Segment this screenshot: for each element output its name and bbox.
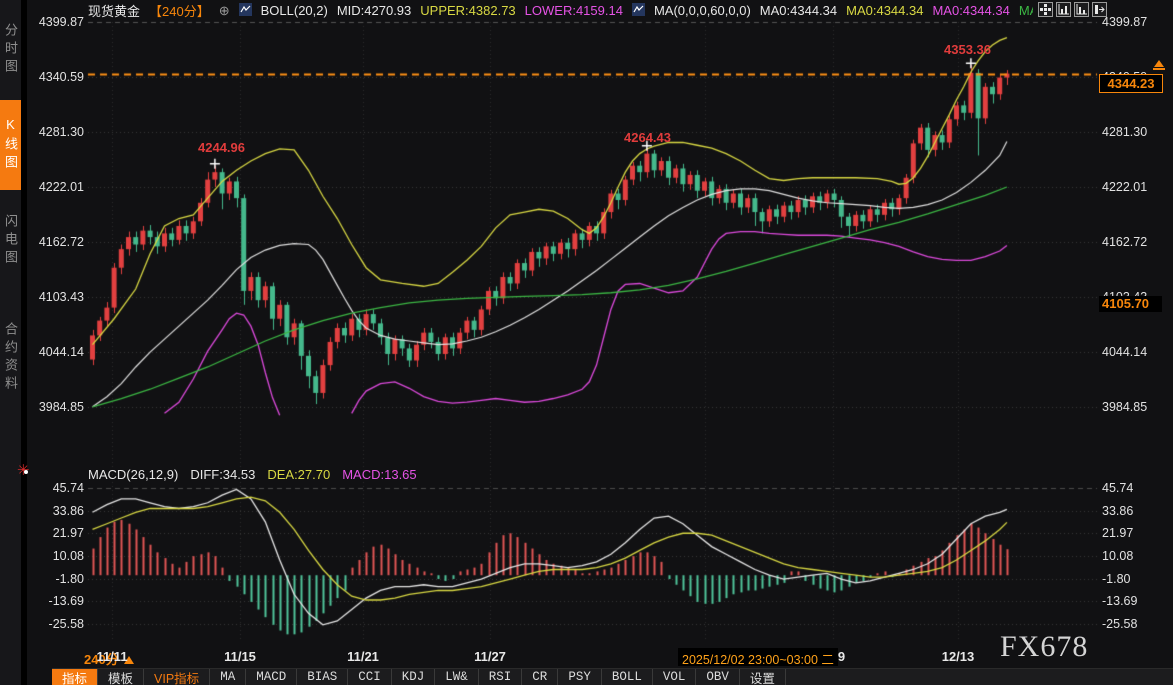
- header-item-7: LOWER:4159.14: [525, 3, 623, 18]
- toolbar-item-15[interactable]: 设置: [740, 669, 786, 685]
- toolbar-item-13[interactable]: VOL: [653, 669, 697, 685]
- axis-tick-label: 4044.14: [1102, 345, 1168, 359]
- axis-tick-label: -13.69: [1102, 594, 1168, 608]
- sidebar-tab-2[interactable]: 闪电图: [0, 194, 21, 288]
- macd-header-item-0: MACD(26,12,9): [88, 467, 178, 482]
- axis-tick-label: 4044.14: [30, 345, 84, 359]
- date-tick-label: 11/15: [224, 649, 256, 664]
- axis-tick-label: 4399.87: [1102, 15, 1168, 29]
- macd-indicator-header: MACD(26,12,9) DIFF:34.53 DEA:27.70 MACD:13.…: [88, 467, 417, 482]
- zoom-vertical-icon[interactable]: [1056, 2, 1071, 17]
- crosshair-date-tooltip: 2025/12/02 23:00~03:00 二: [678, 648, 838, 666]
- extreme-price-annotation: 4353.36: [944, 42, 991, 57]
- header-item-5: MID:4270.93: [337, 3, 411, 18]
- x-axis-row: 240分 11/1111/1511/2111/27/0912/13 2025/1…: [0, 646, 1173, 667]
- macd-header-item-1: DIFF:34.53: [190, 467, 255, 482]
- axis-tick-label: 4340.59: [30, 70, 84, 84]
- axis-tick-label: 4162.72: [30, 235, 84, 249]
- axis-tick-label: -1.80: [1102, 572, 1168, 586]
- axis-tick-label: -25.58: [30, 617, 84, 631]
- axis-tick-label: 4162.72: [1102, 235, 1168, 249]
- header-item-1: 【240分】: [149, 2, 210, 19]
- brand-watermark: FX678: [1000, 630, 1088, 664]
- sidebar-tab-1[interactable]: K线图: [0, 100, 21, 190]
- axis-tick-label: -1.80: [30, 572, 84, 586]
- secondary-price-badge: 4105.70: [1099, 296, 1162, 312]
- axis-tick-label: 4103.43: [30, 290, 84, 304]
- header-item-9: MA(0,0,0,60,0,0): [654, 3, 751, 18]
- current-price-badge: 4344.23: [1099, 74, 1163, 93]
- header-item-13: MA60:4: [1019, 3, 1033, 18]
- toolbar-item-8[interactable]: LW&: [435, 669, 479, 685]
- header-item-6: UPPER:4382.73: [420, 3, 515, 18]
- sidebar-tab-3[interactable]: 合约资料: [0, 292, 21, 424]
- axis-tick-label: 10.08: [1102, 549, 1168, 563]
- axis-tick-label: 4281.30: [30, 125, 84, 139]
- header-item-11: MA0:4344.34: [846, 3, 923, 18]
- date-tick-label: 11/11: [96, 649, 127, 664]
- toolbar-item-11[interactable]: PSY: [558, 669, 602, 685]
- axis-tick-label: 4222.01: [30, 180, 84, 194]
- axis-tick-label: 45.74: [1102, 481, 1168, 495]
- toolbar-item-9[interactable]: RSI: [479, 669, 523, 685]
- axis-tick-label: 21.97: [30, 526, 84, 540]
- extreme-price-annotation: 4264.43: [624, 130, 671, 145]
- alert-burst-icon[interactable]: ✳: [17, 462, 35, 480]
- toolbar-item-0[interactable]: 指标: [52, 669, 98, 685]
- axis-tick-label: 4399.87: [30, 15, 84, 29]
- toolbar-item-6[interactable]: CCI: [348, 669, 392, 685]
- macd-header-item-3: MACD:13.65: [342, 467, 416, 482]
- toolbar-item-7[interactable]: KDJ: [392, 669, 436, 685]
- move-tool-icon[interactable]: [1038, 2, 1053, 17]
- toolbar-item-12[interactable]: BOLL: [602, 669, 653, 685]
- price-pin-icon[interactable]: [1153, 60, 1165, 72]
- axis-tick-label: 4222.01: [1102, 180, 1168, 194]
- date-tick-label: 12/13: [942, 649, 975, 664]
- chart-type-sidebar: 分时图 K线图闪电图合约资料: [0, 0, 27, 685]
- toolbar-item-5[interactable]: BIAS: [297, 669, 348, 685]
- axis-tick-label: 3984.85: [30, 400, 84, 414]
- axis-tick-label: -13.69: [30, 594, 84, 608]
- header-item-12: MA0:4344.34: [932, 3, 1009, 18]
- pan-right-icon[interactable]: [1092, 2, 1107, 17]
- axis-tick-label: 21.97: [1102, 526, 1168, 540]
- header-item-10: MA0:4344.34: [760, 3, 837, 18]
- trading-chart-app: 分时图 K线图闪电图合约资料 现货黄金【240分】 ⊕ BOLL(20,2) MID:4…: [0, 0, 1173, 685]
- chart-tool-buttons: [1038, 2, 1107, 17]
- date-tick-label: 11/27: [474, 649, 506, 664]
- toolbar-item-1[interactable]: 模板: [98, 669, 144, 685]
- macd-header-item-2: DEA:27.70: [267, 467, 330, 482]
- extreme-price-annotation: 4244.96: [198, 140, 245, 155]
- axis-tick-label: 33.86: [1102, 504, 1168, 518]
- current-price-value: 4344.23: [1108, 76, 1155, 91]
- indicator-header: 现货黄金【240分】 ⊕ BOLL(20,2) MID:4270.93 UPPER:43…: [88, 2, 1033, 19]
- toolbar-item-14[interactable]: OBV: [696, 669, 740, 685]
- axis-tick-label: 33.86: [30, 504, 84, 518]
- toolbar-item-10[interactable]: CR: [522, 669, 558, 685]
- header-item-0: 现货黄金: [88, 2, 140, 19]
- toolbar-item-4[interactable]: MACD: [246, 669, 297, 685]
- pin-icon[interactable]: ⊕: [219, 3, 230, 19]
- header-item-4: BOLL(20,2): [261, 3, 328, 18]
- sidebar-tab-0[interactable]: 分时图: [0, 4, 21, 96]
- toolbar-item-2[interactable]: VIP指标: [144, 669, 210, 685]
- sparkline-icon: [632, 3, 645, 19]
- indicator-toolbar: 指标模板VIP指标MAMACDBIASCCIKDJLW&RSICRPSYBOLL…: [52, 668, 1173, 685]
- date-tick-label: 11/21: [347, 649, 379, 664]
- axis-tick-label: 3984.85: [1102, 400, 1168, 414]
- toolbar-item-3[interactable]: MA: [210, 669, 246, 685]
- axis-tick-label: -25.58: [1102, 617, 1168, 631]
- axis-tick-label: 4281.30: [1102, 125, 1168, 139]
- axis-tick-label: 10.08: [30, 549, 84, 563]
- zoom-horizontal-icon[interactable]: [1074, 2, 1089, 17]
- axis-tick-label: 45.74: [30, 481, 84, 495]
- chart-canvas[interactable]: [0, 0, 1173, 685]
- sparkline-icon: [239, 3, 252, 19]
